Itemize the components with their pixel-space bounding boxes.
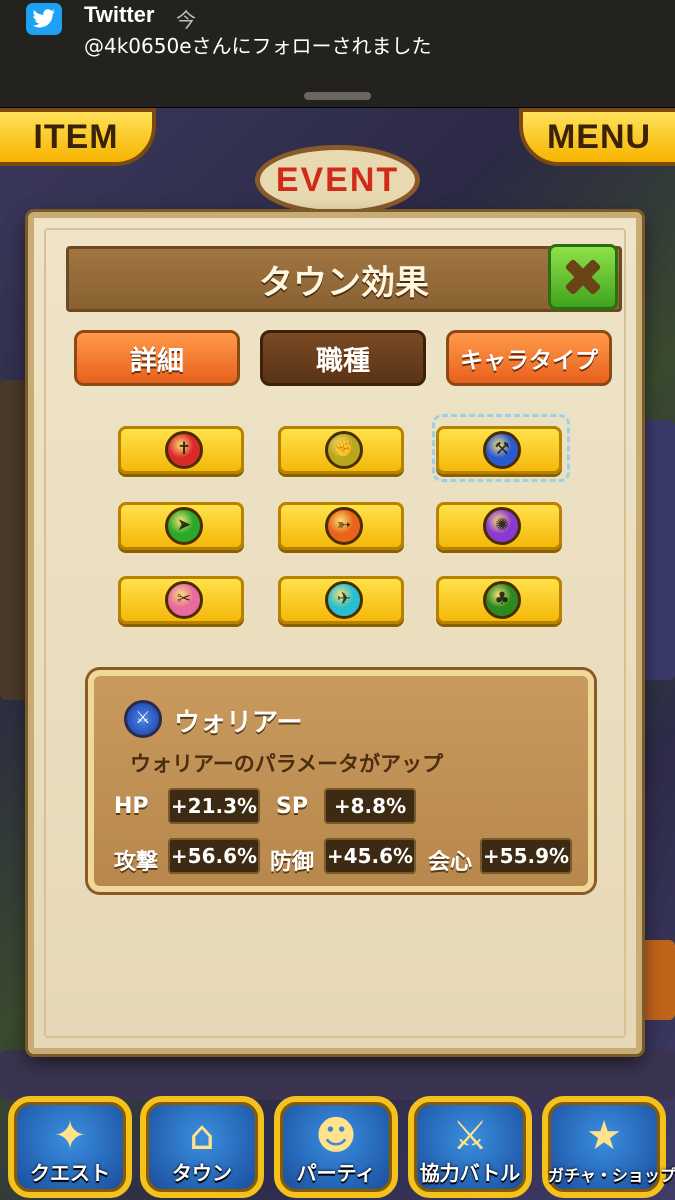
job-button[interactable]: ➤ bbox=[118, 502, 244, 550]
town-effect-dialog: タウン効果 詳細 職種 キャラタイプ ✝ ✊ ⚒ ➤ ➳ ✺ ✂ ✈ ♣ ⚔ ウォリアー ウォリ… bbox=[28, 212, 642, 1054]
notification-time: 今 bbox=[176, 8, 196, 32]
nav-quest[interactable]: ✦ クエスト bbox=[8, 1096, 132, 1198]
nav-label: 協力バトル bbox=[419, 1161, 521, 1185]
job-description: ウォリアーのパラメータがアップ bbox=[130, 752, 444, 776]
job-button[interactable]: ✝ bbox=[118, 426, 244, 474]
leaf-icon: ♣ bbox=[483, 581, 521, 619]
stat-label-attack: 攻撃 bbox=[114, 850, 159, 875]
dialog-title: タウン効果 bbox=[66, 246, 622, 312]
job-glyph: ✈ bbox=[336, 589, 352, 609]
notification-app-name: Twitter bbox=[84, 2, 155, 27]
close-button[interactable] bbox=[548, 244, 618, 310]
event-button[interactable]: EVENT bbox=[255, 145, 420, 215]
job-glyph: ✝ bbox=[176, 439, 192, 459]
job-glyph: ✊ bbox=[333, 439, 355, 459]
fist-icon: ✊ bbox=[325, 431, 363, 469]
stat-value-critical: +55.9% bbox=[480, 838, 572, 874]
nav-party[interactable]: ☻ パーティ bbox=[274, 1096, 398, 1198]
job-button[interactable]: ✊ bbox=[278, 426, 404, 474]
gacha-shop-icon: ★ bbox=[586, 1113, 622, 1159]
twitter-bird-icon bbox=[26, 3, 62, 35]
stat-value-attack: +56.6% bbox=[168, 838, 260, 874]
notification-banner[interactable]: Twitter 今 @4k0650eさんにフォローされました bbox=[0, 0, 675, 108]
coop-battle-icon: ⚔ bbox=[452, 1113, 488, 1159]
stat-label-sp: SP bbox=[276, 794, 308, 819]
bow-icon: ➳ bbox=[325, 507, 363, 545]
stat-value-sp: +8.8% bbox=[324, 788, 416, 824]
stat-label-defense: 防御 bbox=[270, 850, 315, 875]
side-tab[interactable] bbox=[640, 940, 675, 1020]
job-button[interactable]: ♣ bbox=[436, 576, 562, 624]
stat-value-hp: +21.3% bbox=[168, 788, 260, 824]
dagger-icon: ✂ bbox=[165, 581, 203, 619]
nav-label: ガチャ・ショップ bbox=[548, 1166, 675, 1185]
magic-icon: ✺ bbox=[483, 507, 521, 545]
axe-icon: ⚒ bbox=[483, 431, 521, 469]
menu-button[interactable]: MENU bbox=[519, 108, 675, 166]
item-button[interactable]: ITEM bbox=[0, 108, 156, 166]
nav-label: パーティ bbox=[296, 1161, 376, 1185]
nav-gacha-shop[interactable]: ★ ガチャ・ショップ bbox=[542, 1096, 675, 1198]
stat-label-critical: 会心 bbox=[428, 850, 473, 875]
spear-icon: ➤ bbox=[165, 507, 203, 545]
nav-label: クエスト bbox=[30, 1161, 110, 1185]
job-button[interactable]: ⚒ bbox=[436, 426, 562, 474]
stat-label-hp: HP bbox=[114, 794, 149, 819]
stat-value-defense: +45.6% bbox=[324, 838, 416, 874]
wing-icon: ✈ bbox=[325, 581, 363, 619]
nav-town[interactable]: ⌂ タウン bbox=[140, 1096, 264, 1198]
axe-icon: ⚔ bbox=[124, 700, 162, 738]
notification-grabber[interactable] bbox=[304, 92, 371, 100]
job-glyph: ➳ bbox=[336, 515, 352, 535]
bottom-nav: ✦ クエスト ⌂ タウン ☻ パーティ ⚔ 協力バトル ★ ガチャ・ショップ bbox=[0, 1090, 675, 1200]
job-glyph: ⚒ bbox=[494, 439, 510, 459]
job-name: ウォリアー bbox=[174, 708, 303, 738]
tab-character-type[interactable]: キャラタイプ bbox=[446, 330, 612, 386]
job-glyph: ✺ bbox=[494, 515, 510, 535]
nav-coop-battle[interactable]: ⚔ 協力バトル bbox=[408, 1096, 532, 1198]
job-button[interactable]: ✈ bbox=[278, 576, 404, 624]
job-button[interactable]: ✺ bbox=[436, 502, 562, 550]
job-glyph: ➤ bbox=[176, 515, 192, 535]
job-glyph: ♣ bbox=[494, 589, 510, 609]
background-building bbox=[640, 420, 675, 680]
quest-icon: ✦ bbox=[53, 1113, 87, 1159]
sword-icon: ✝ bbox=[165, 431, 203, 469]
nav-label: タウン bbox=[172, 1161, 232, 1185]
notification-message: @4k0650eさんにフォローされました bbox=[84, 34, 432, 58]
tab-detail[interactable]: 詳細 bbox=[74, 330, 240, 386]
tab-job[interactable]: 職種 bbox=[260, 330, 426, 386]
job-glyph: ✂ bbox=[176, 589, 192, 609]
job-button[interactable]: ➳ bbox=[278, 502, 404, 550]
town-icon: ⌂ bbox=[189, 1113, 215, 1159]
job-info-panel: ⚔ ウォリアー ウォリアーのパラメータがアップ HP +21.3% SP +8.… bbox=[88, 670, 594, 892]
job-button[interactable]: ✂ bbox=[118, 576, 244, 624]
party-icon: ☻ bbox=[315, 1113, 357, 1159]
